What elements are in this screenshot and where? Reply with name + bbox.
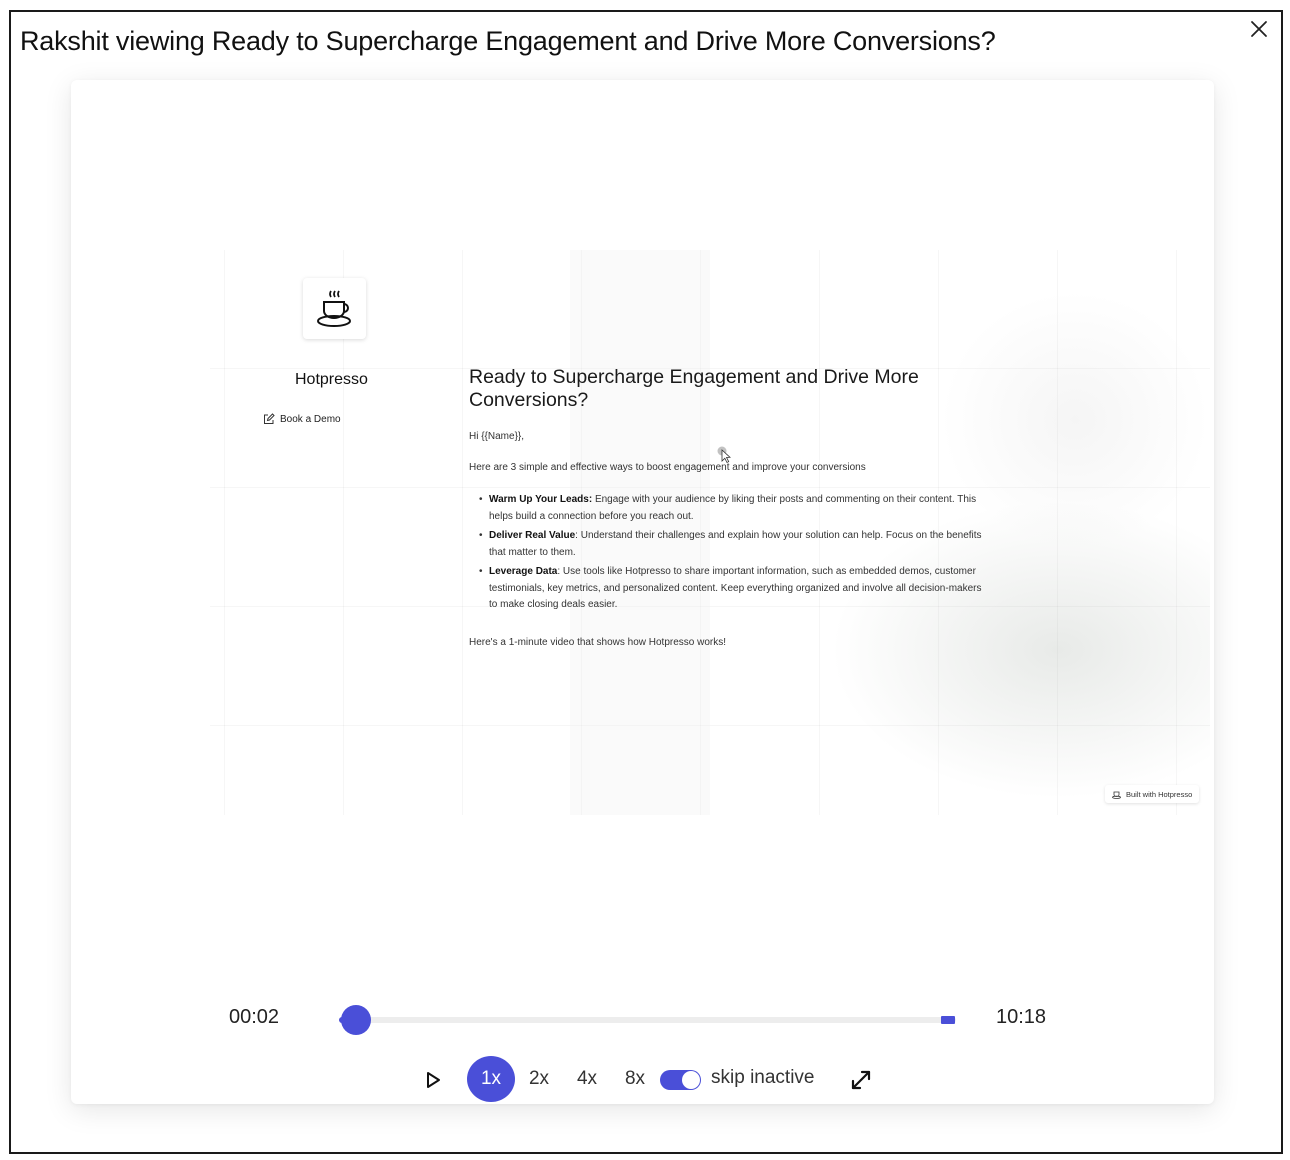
speed-8x-button[interactable]: 8x (617, 1056, 653, 1102)
replay-modal: Rakshit viewing Ready to Supercharge Eng… (9, 10, 1283, 1154)
article-heading: Ready to Supercharge Engagement and Driv… (469, 366, 919, 411)
built-with-label: Built with Hotpresso (1126, 789, 1193, 799)
play-icon[interactable] (423, 1070, 443, 1090)
greeting: Hi {{Name}}, (469, 431, 525, 442)
modal-title: Rakshit viewing Ready to Supercharge Eng… (20, 26, 996, 56)
current-time: 00:02 (229, 1006, 280, 1028)
coffee-cup-icon (316, 290, 351, 327)
article: Ready to Supercharge Engagement and Driv… (469, 366, 989, 667)
brand-logo (303, 278, 366, 339)
fullscreen-icon[interactable] (849, 1068, 873, 1092)
closing-text: Here's a 1-minute video that shows how H… (469, 636, 727, 648)
replay-viewport: Hotpresso Book a Demo Ready to Superchar… (210, 250, 1210, 815)
end-marker (941, 1016, 955, 1024)
built-with-badge[interactable]: Built with Hotpresso (1105, 785, 1200, 803)
progress-thumb[interactable] (340, 1005, 371, 1035)
speed-1x-button[interactable]: 1x (467, 1056, 515, 1102)
playback-controls: 1x 2x 4x 8x skip inactive (71, 1056, 1214, 1102)
list-item: Warm Up Your Leads: Engage with your aud… (469, 492, 984, 525)
book-demo-link[interactable]: Book a Demo (263, 413, 341, 425)
total-time: 10:18 (996, 1006, 1047, 1028)
close-icon[interactable] (1247, 17, 1271, 41)
mouse-cursor-icon (717, 446, 733, 464)
tips-list: Warm Up Your Leads: Engage with your aud… (469, 492, 989, 614)
speed-2x-button[interactable]: 2x (521, 1056, 557, 1102)
list-item: Deliver Real Value: Understand their cha… (469, 528, 984, 561)
speed-4x-button[interactable]: 4x (569, 1056, 605, 1102)
skip-inactive-toggle[interactable] (660, 1070, 701, 1090)
progress-track[interactable] (339, 1005, 956, 1035)
list-item: Leverage Data: Use tools like Hotpresso … (469, 564, 984, 614)
session-player: Hotpresso Book a Demo Ready to Superchar… (71, 80, 1214, 1104)
brand-name: Hotpresso (295, 371, 368, 388)
coffee-cup-icon (1112, 791, 1121, 799)
book-demo-label: Book a Demo (280, 413, 341, 425)
skip-inactive-label: skip inactive (711, 1067, 815, 1088)
edit-icon (264, 413, 275, 424)
